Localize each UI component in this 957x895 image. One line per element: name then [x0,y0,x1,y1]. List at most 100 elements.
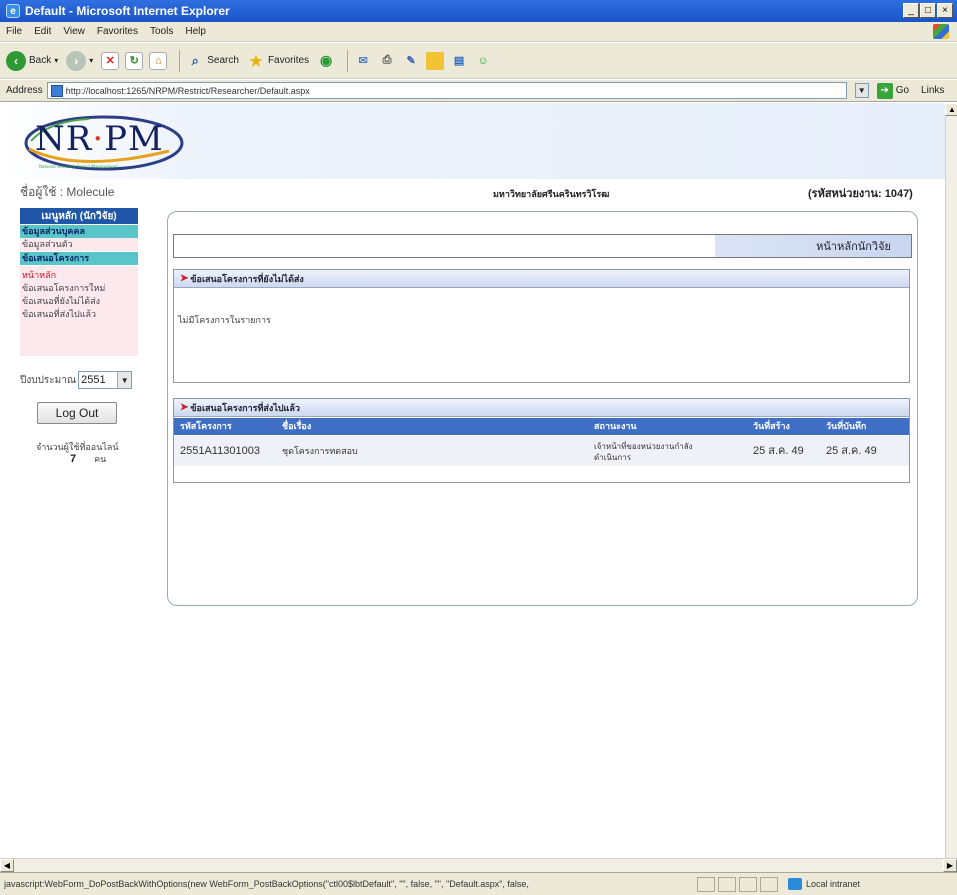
chevron-down-icon: ▼ [117,372,132,388]
row-created: 25 ส.ค. 49 [753,445,804,457]
sidebar-item-home[interactable]: หน้าหลัก [20,269,138,282]
sidebar-title: เมนูหลัก (นักวิจัย) [20,208,138,224]
favorites-button[interactable]: ★ Favorites [247,52,309,70]
forward-button[interactable]: › ▾ [66,50,93,71]
go-button[interactable]: ➔ Go [876,82,909,99]
page-title: หน้าหลักนักวิจัย [715,235,911,257]
mail-button[interactable]: ✉ [354,52,372,70]
row-code[interactable]: 2551A11301003 [180,436,260,466]
status-text: javascript:WebForm_DoPostBackWithOptions… [4,879,529,889]
toolbar-separator [179,49,181,72]
logout-button[interactable]: Log Out [37,402,117,424]
table-row[interactable]: 2551A11301003 ชุดโครงการทดสอบ เจ้าหน้าที… [174,436,909,466]
page-header-bar: หน้าหลักนักวิจัย [173,234,912,258]
maximize-button[interactable]: □ [920,3,936,18]
organization-code: (รหัสหน่วยงาน: 1047) [808,188,913,200]
unsent-empty-message: ไม่มีโครงการในรายการ [178,315,271,325]
security-zone: Local intranet [788,878,860,890]
status-cell [760,876,778,892]
row-status: เจ้าหน้าที่ของหน่วยงานกำลังดำเนินการ [594,442,693,462]
sidebar-item-profile[interactable]: ข้อมูลส่วนตัว [20,238,138,251]
back-button[interactable]: ‹ Back ▾ [6,50,58,71]
row-title[interactable]: ชุดโครงการทดสอบ [282,436,358,466]
status-cell [739,876,757,892]
sidebar-item-sent[interactable]: ข้อเสนอที่ส่งไปแล้ว [20,308,138,321]
organization-name: มหาวิทยาลัยศรีนครินทรวิโรฒ [493,189,610,199]
sidebar-item-new-proposal[interactable]: ข้อเสนอโครงการใหม่ [20,282,138,295]
browser-toolbar: ‹ Back ▾ › ▾ ✕ ↻ ⌂ ⌕ Search ★ Favorites … [0,43,957,79]
status-cell [718,876,736,892]
nrpm-logo: NR·PM National Research Project Manageme… [19,111,189,179]
messenger-button[interactable]: ☺ [474,52,492,70]
windows-flag-icon [933,24,949,39]
logo-pm: PM [104,119,164,159]
budget-year-label: ปีงบประมาณ [20,374,77,386]
column-status[interactable]: สถานะงาน [594,418,637,435]
menu-bar: File Edit View Favorites Tools Help [0,22,957,42]
column-code[interactable]: รหัสโครงการ [180,418,232,435]
research-button[interactable]: ▤ [450,52,468,70]
sidebar-group-project: ข้อเสนอโครงการ [20,252,138,265]
forward-arrow-icon: › [66,50,87,71]
scroll-up-button[interactable]: ▲ [945,103,957,116]
window-title: Default - Microsoft Internet Explorer [25,4,230,18]
budget-year-select[interactable]: 2551 ▼ [78,371,133,389]
search-icon: ⌕ [191,52,199,68]
scroll-right-button[interactable]: ▶ [943,859,957,872]
sent-proposals-section: ➤ ข้อเสนอโครงการที่ส่งไปแล้ว รหัสโครงการ… [173,398,910,483]
address-input[interactable]: http://localhost:1265/NRPM/Restrict/Rese… [46,82,847,99]
column-created[interactable]: วันที่สร้าง [753,418,790,435]
row-saved: 25 ส.ค. 49 [826,445,877,457]
logo-nr: NR [35,119,93,159]
address-label: Address [6,85,43,96]
online-count-value: 7 [70,453,77,465]
sidebar-item-unsent[interactable]: ข้อเสนอที่ยังไม่ได้ส่ง [20,295,138,308]
menu-help[interactable]: Help [185,26,206,37]
menu-file[interactable]: File [6,26,22,37]
home-button[interactable]: ⌂ [149,51,168,70]
star-icon: ★ [249,52,263,70]
menu-view[interactable]: View [63,26,85,37]
logo-subtitle: National Research Project Management [39,164,118,169]
search-button[interactable]: ⌕ Search [186,52,239,70]
refresh-button[interactable]: ↻ [125,51,144,70]
minimize-button[interactable]: _ [903,3,919,18]
online-users-count: 7 คน [70,452,106,466]
intranet-icon [788,878,802,890]
arrow-right-icon: ➤ [180,273,189,284]
close-button[interactable]: × [937,3,953,18]
stop-button[interactable]: ✕ [101,51,120,70]
status-cell [697,876,715,892]
logo-dot: · [92,119,105,159]
menu-tools[interactable]: Tools [150,26,173,37]
menu-edit[interactable]: Edit [34,26,51,37]
current-user: ชื่อผู้ใช้ : Molecule [20,185,115,199]
page-viewport: NR·PM National Research Project Manageme… [0,103,945,858]
arrow-right-icon: ➤ [180,402,189,413]
sidebar-group-personal: ข้อมูลส่วนบุคคล [20,225,138,238]
folder-button[interactable] [426,51,445,70]
print-button[interactable]: ⎙ [378,52,396,70]
history-button[interactable]: ◉ [317,52,335,70]
sidebar-personal-box: ข้อมูลส่วนตัว [20,238,138,251]
horizontal-scrollbar[interactable]: ◀ ▶ [0,858,957,872]
go-arrow-icon: ➔ [876,82,893,99]
column-saved[interactable]: วันที่บันทึก [826,418,866,435]
online-count-unit: คน [94,454,107,464]
window-title-bar: e Default - Microsoft Internet Explorer … [0,0,957,22]
sent-table-header: รหัสโครงการ ชื่อเรื่อง สถานะงาน วันที่สร… [174,418,909,435]
vertical-scrollbar[interactable]: ▲ [945,103,957,858]
address-bar: Address http://localhost:1265/NRPM/Restr… [0,80,957,102]
unsent-proposals-section: ➤ ข้อเสนอโครงการที่ยังไม่ได้ส่ง ไม่มีโคร… [173,269,910,383]
ie-logo-icon: e [6,4,20,18]
address-dropdown[interactable]: ▼ [854,83,869,98]
edit-button[interactable]: ✎ [402,52,420,70]
page-icon [50,84,63,97]
links-button[interactable]: Links [921,85,944,96]
sidebar-project-box: หน้าหลัก ข้อเสนอโครงการใหม่ ข้อเสนอที่ยั… [20,266,138,356]
budget-year-control: ปีงบประมาณ 2551 ▼ [20,371,133,389]
unsent-section-header: ➤ ข้อเสนอโครงการที่ยังไม่ได้ส่ง [174,270,909,288]
scroll-left-button[interactable]: ◀ [0,859,14,872]
menu-favorites[interactable]: Favorites [97,26,138,37]
column-title[interactable]: ชื่อเรื่อง [282,418,311,435]
